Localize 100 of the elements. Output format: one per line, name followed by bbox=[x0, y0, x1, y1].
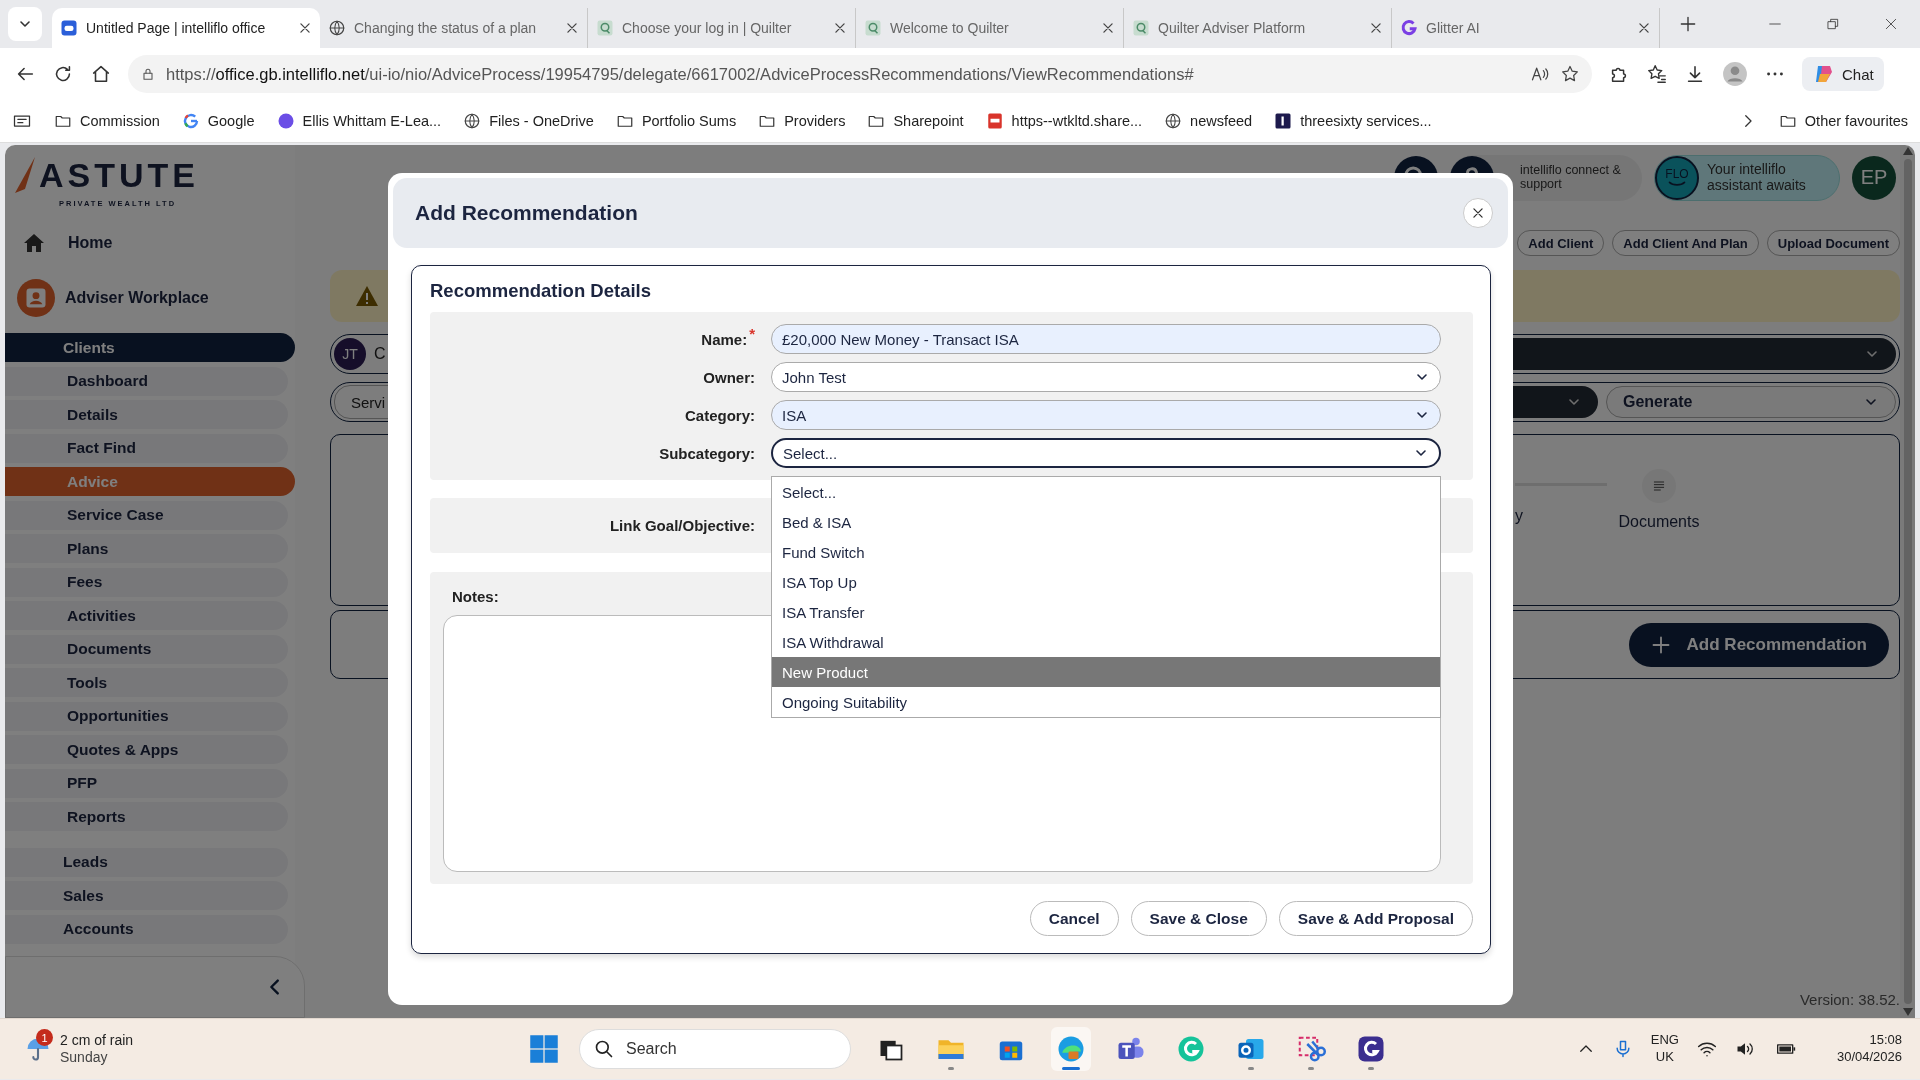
nav-item[interactable]: PFP bbox=[5, 768, 288, 798]
close-icon bbox=[833, 21, 847, 35]
chat-button[interactable]: Chat bbox=[1802, 57, 1884, 91]
weather-day[interactable]: Sunday bbox=[60, 1049, 134, 1067]
action-button[interactable]: Add Client bbox=[1517, 230, 1605, 256]
nav-item[interactable]: Sales bbox=[5, 881, 288, 910]
dropdown-option[interactable]: ISA Transfer bbox=[772, 597, 1440, 627]
app-icon bbox=[1274, 112, 1293, 130]
language-indicator[interactable]: ENG UK bbox=[1650, 1032, 1679, 1066]
bookmark[interactable]: Google bbox=[181, 112, 255, 130]
select-field[interactable]: Select... bbox=[771, 438, 1441, 468]
start-icon[interactable] bbox=[529, 1034, 559, 1064]
close-icon bbox=[1369, 21, 1383, 35]
user-avatar[interactable]: EP bbox=[1852, 155, 1896, 200]
nav-item[interactable]: Leads bbox=[5, 847, 288, 877]
bookmark[interactable]: newsfeed bbox=[1164, 112, 1253, 130]
generate-select[interactable]: Generate bbox=[1606, 386, 1896, 418]
field-label: Category: bbox=[684, 406, 755, 424]
select-field[interactable]: John Test bbox=[771, 362, 1441, 392]
dialog-button[interactable]: Cancel bbox=[1029, 901, 1119, 936]
bookmark[interactable]: Files - OneDrive bbox=[463, 112, 594, 130]
dropdown-option[interactable]: Fund Switch bbox=[772, 537, 1440, 567]
nav-item[interactable]: Reports bbox=[5, 802, 288, 831]
bookmark[interactable]: Sharepoint bbox=[867, 112, 964, 130]
profile-icon[interactable] bbox=[1722, 61, 1748, 87]
nav-item[interactable]: Fees bbox=[5, 567, 288, 597]
browser-tab[interactable]: Untitled Page | intelliflo office bbox=[52, 8, 320, 48]
weather-text[interactable]: 2 cm of rain bbox=[60, 1031, 134, 1048]
new-tab-icon[interactable] bbox=[1678, 14, 1698, 34]
field-label: Subcategory: bbox=[658, 444, 755, 462]
nav-item[interactable]: Documents bbox=[5, 634, 288, 664]
google-icon bbox=[181, 112, 200, 130]
home-icon[interactable] bbox=[90, 63, 112, 85]
bookmark[interactable]: threesixty services... bbox=[1274, 112, 1432, 130]
bookmark[interactable]: Portfolio Sums bbox=[615, 112, 737, 130]
step-label[interactable]: y bbox=[1515, 507, 1599, 525]
nav-item[interactable]: Activities bbox=[5, 601, 288, 630]
glitter-icon bbox=[1400, 19, 1418, 37]
notification-badge: 1 bbox=[36, 1029, 53, 1046]
home-icon bbox=[22, 231, 46, 255]
lock-icon[interactable] bbox=[140, 66, 156, 82]
favorites-icon[interactable] bbox=[1646, 63, 1668, 85]
scissors-icon bbox=[1296, 1034, 1326, 1064]
dropdown-option[interactable]: ISA Top Up bbox=[772, 567, 1440, 597]
smile-icon bbox=[1667, 179, 1687, 188]
pdf-icon bbox=[985, 112, 1004, 130]
nav-item[interactable]: Details bbox=[5, 400, 288, 429]
close-icon bbox=[1101, 21, 1115, 35]
add-recommendation-button[interactable]: Add Recommendation bbox=[1628, 622, 1889, 667]
app-icon bbox=[60, 19, 78, 37]
scroll-up-icon[interactable] bbox=[1902, 147, 1913, 155]
dropdown-option[interactable]: New Product bbox=[772, 657, 1440, 687]
workplace-link[interactable]: Adviser Workplace bbox=[5, 255, 295, 317]
dropdown-option[interactable]: Bed & ISA bbox=[772, 507, 1440, 537]
dialog-button[interactable]: Save & Add Proposal bbox=[1278, 901, 1473, 936]
text-field[interactable]: £20,000 New Money - Transact ISA bbox=[771, 324, 1441, 354]
dropdown-option[interactable]: Ongoing Suitability bbox=[772, 687, 1440, 717]
person-card-icon bbox=[17, 279, 55, 317]
clock[interactable]: 15:08 30/04/2026 bbox=[1836, 1032, 1902, 1066]
step-label[interactable]: Documents bbox=[1618, 513, 1700, 531]
search-field[interactable]: Search bbox=[579, 1029, 851, 1069]
dropdown-option[interactable]: ISA Withdrawal bbox=[772, 627, 1440, 657]
bookmark[interactable]: Other favourites bbox=[1778, 112, 1908, 130]
nav-item[interactable]: Accounts bbox=[5, 914, 288, 944]
glitter-icon bbox=[1356, 1034, 1386, 1064]
scroll-down-icon[interactable] bbox=[1902, 1008, 1913, 1016]
warning-icon bbox=[354, 284, 380, 308]
dropdown-option[interactable]: Select... bbox=[772, 477, 1440, 507]
restore-icon[interactable] bbox=[1826, 17, 1840, 31]
address-bar[interactable]: https://office.gb.intelliflo.net/ui-io/nio/AdviceProcess/19954795/delegate/6617002/AdviceProcessRecommendations/ViewRecommendations# bbox=[128, 55, 1592, 93]
action-button[interactable]: Upload Document bbox=[1766, 230, 1900, 256]
globe-icon bbox=[463, 112, 482, 130]
action-button[interactable]: Add Client And Plan bbox=[1612, 230, 1759, 256]
close-icon bbox=[298, 21, 312, 35]
bookmark[interactable]: https--wtkltd.share... bbox=[985, 112, 1143, 130]
nav-item[interactable]: Dashboard bbox=[5, 366, 288, 396]
quilter-icon bbox=[1132, 19, 1150, 37]
bookmark[interactable]: Providers bbox=[758, 112, 846, 130]
nav-item[interactable]: Service Case bbox=[5, 500, 288, 530]
nav-item[interactable]: Tools bbox=[5, 668, 288, 697]
select-field[interactable]: ISA bbox=[771, 400, 1441, 430]
bookmark[interactable]: Commission bbox=[54, 112, 160, 130]
dialog-button[interactable]: Save & Close bbox=[1130, 901, 1267, 936]
search-icon bbox=[594, 1039, 614, 1059]
nav-item[interactable]: Opportunities bbox=[5, 701, 288, 731]
globe-icon bbox=[328, 19, 346, 37]
star-icon[interactable] bbox=[1560, 64, 1580, 84]
nav-item[interactable]: Plans bbox=[5, 534, 288, 563]
home-link[interactable]: Home bbox=[5, 217, 295, 255]
field-label: Owner: bbox=[702, 368, 755, 386]
nav-item[interactable]: Fact Find bbox=[5, 433, 288, 463]
nav-item[interactable]: Quotes & Apps bbox=[5, 735, 288, 764]
close-icon[interactable] bbox=[1884, 17, 1898, 31]
bookmark[interactable]: Ellis Whittam E-Lea... bbox=[276, 112, 442, 130]
tab-actions-button[interactable] bbox=[8, 7, 42, 41]
nav-item[interactable]: Clients bbox=[5, 333, 295, 362]
grammarly-icon bbox=[1176, 1034, 1206, 1064]
field-label: Name:* bbox=[700, 330, 755, 348]
assistant-button[interactable]: FLO Your intelliflo assistant awaits bbox=[1654, 154, 1840, 201]
client-avatar: JT bbox=[334, 338, 366, 370]
